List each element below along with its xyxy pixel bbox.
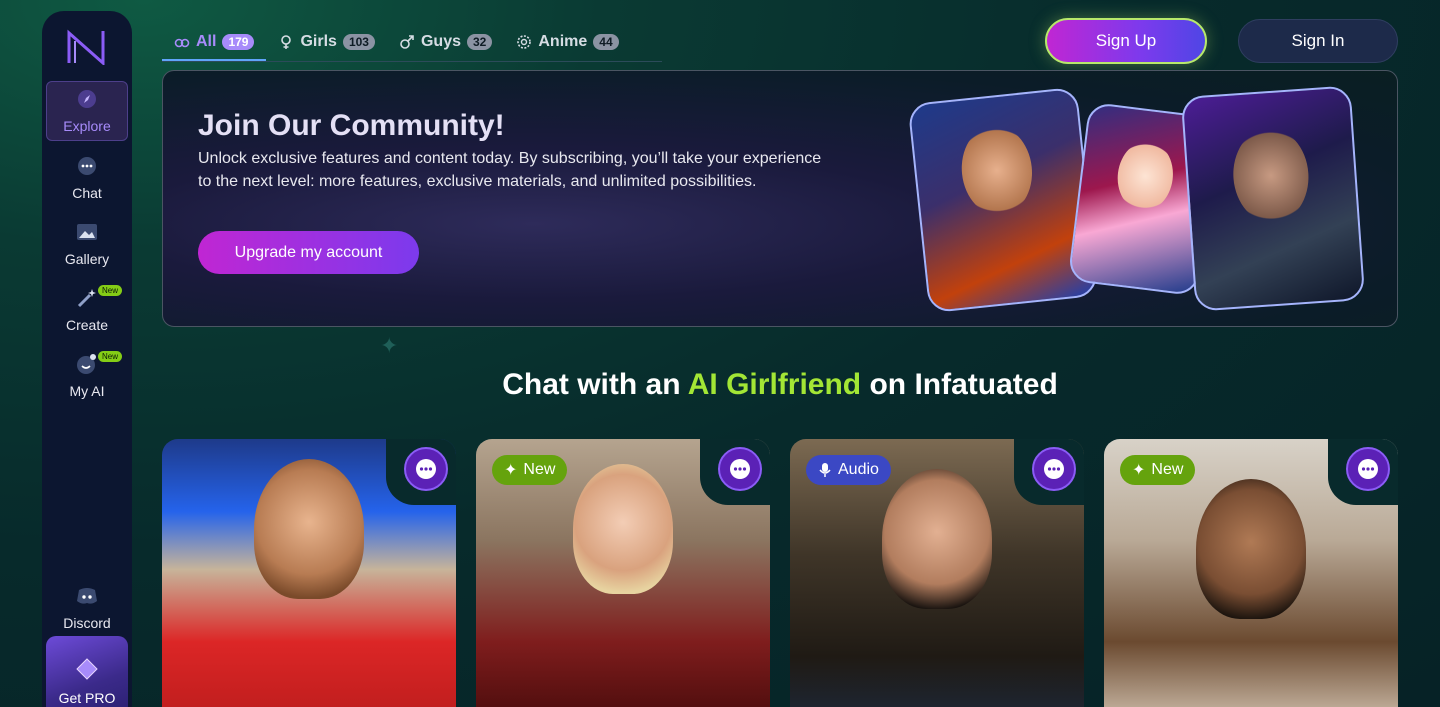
badge-label: New	[1151, 461, 1184, 478]
character-image	[573, 464, 673, 594]
tab-anime[interactable]: Anime 44	[504, 24, 630, 60]
character-image	[882, 469, 992, 609]
heading-highlight: AI Girlfriend	[687, 368, 862, 401]
get-pro-label: Get PRO	[58, 690, 116, 706]
chat-button[interactable]	[718, 447, 762, 491]
sign-up-button[interactable]: Sign Up	[1045, 18, 1207, 64]
male-icon	[400, 35, 414, 49]
heading-text: on Infatuated	[861, 368, 1058, 401]
tab-label: Guys	[420, 33, 461, 50]
chat-button[interactable]	[404, 447, 448, 491]
microphone-icon	[819, 463, 831, 477]
magic-wand-icon	[76, 287, 98, 309]
tab-girls[interactable]: Girls 103	[266, 24, 387, 60]
new-badge: New	[97, 285, 122, 296]
new-badge: ✦ New	[492, 455, 568, 485]
sidebar-item-create[interactable]: New Create	[46, 281, 128, 339]
tab-count: 103	[342, 34, 375, 50]
female-icon	[281, 35, 292, 49]
tab-count: 32	[467, 34, 493, 50]
new-badge: New	[97, 351, 122, 362]
heading-text: Chat with an	[502, 368, 688, 401]
discord-icon	[76, 585, 98, 607]
chat-bubble-icon	[416, 459, 436, 479]
sidebar-item-my-ai[interactable]: New My AI	[46, 347, 128, 405]
promo-character-image	[1180, 85, 1366, 312]
chat-button[interactable]	[1032, 447, 1076, 491]
tab-label: All	[196, 32, 217, 50]
sidebar-item-label: Discord	[63, 615, 111, 631]
sidebar-item-discord[interactable]: Discord	[46, 579, 128, 637]
banner-description: Unlock exclusive features and content to…	[198, 150, 822, 190]
tab-label: Girls	[300, 33, 337, 50]
sidebar-item-label: Gallery	[64, 251, 110, 267]
character-card[interactable]	[162, 439, 456, 707]
tab-all[interactable]: All 179	[162, 24, 267, 61]
upgrade-account-button[interactable]: Upgrade my account	[198, 231, 419, 274]
chat-bubble-icon	[1358, 459, 1378, 479]
promo-character-image	[907, 86, 1099, 314]
tab-count: 179	[222, 33, 255, 50]
app-logo-icon[interactable]	[65, 29, 109, 65]
badge-label: Audio	[838, 461, 879, 478]
sign-in-button[interactable]: Sign In	[1238, 19, 1398, 63]
character-image	[254, 459, 364, 599]
sidebar-item-gallery[interactable]: Gallery	[46, 215, 128, 273]
compass-icon	[76, 88, 98, 110]
sidebar: Explore Chat Gallery New Create New My A…	[42, 11, 132, 707]
tab-label: Anime	[538, 33, 588, 50]
sparkle-decoration: ✦	[380, 333, 399, 358]
sidebar-item-label: Explore	[63, 118, 111, 134]
character-card[interactable]: Audio	[790, 439, 1084, 707]
tab-guys[interactable]: Guys 32	[387, 24, 504, 60]
audio-badge: Audio	[806, 455, 891, 485]
ai-face-icon	[76, 353, 98, 375]
image-icon	[76, 221, 98, 243]
character-image	[1196, 479, 1306, 619]
category-tabs: All 179 Girls 103 Guys 32 Anime 44	[162, 24, 662, 62]
sidebar-item-label: Create	[65, 317, 109, 333]
sidebar-item-explore[interactable]: Explore	[46, 81, 128, 141]
community-banner: Join Our Community! Unlock exclusive fea…	[162, 70, 1398, 327]
banner-title: Join Our Community!	[198, 109, 505, 142]
chat-bubble-icon	[730, 459, 750, 479]
badge-label: New	[523, 461, 556, 478]
get-pro-button[interactable]: Get PRO	[46, 636, 128, 707]
section-heading: Chat with an AI Girlfriend on Infatuated	[200, 368, 1360, 402]
sidebar-item-label: Chat	[72, 185, 102, 201]
gear-icon	[517, 35, 532, 49]
tab-count: 44	[593, 34, 619, 50]
diamond-icon	[75, 657, 99, 686]
sparkle-icon: ✦	[1132, 462, 1146, 479]
sidebar-item-chat[interactable]: Chat	[46, 149, 128, 207]
chat-bubble-icon	[1044, 459, 1064, 479]
chat-button[interactable]	[1346, 447, 1390, 491]
new-badge: ✦ New	[1120, 455, 1196, 485]
sparkle-icon: ✦	[504, 462, 518, 479]
character-card[interactable]: ✦ New	[1104, 439, 1398, 707]
chat-bubble-icon	[76, 155, 98, 177]
all-genders-icon	[174, 38, 190, 47]
sidebar-item-label: My AI	[69, 383, 105, 399]
character-card[interactable]: ✦ New	[476, 439, 770, 707]
